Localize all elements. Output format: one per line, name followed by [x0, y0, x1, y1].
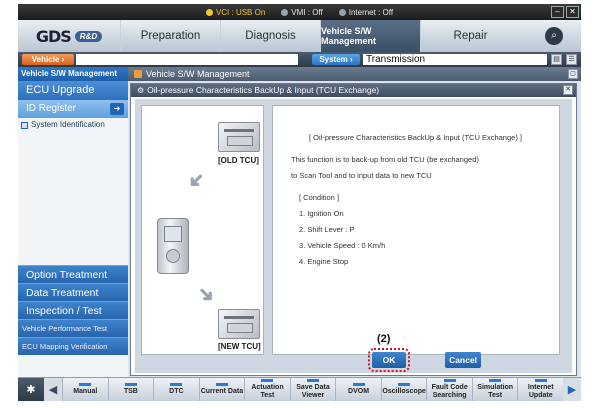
sidebar-item-ecu-upgrade[interactable]: ECU Upgrade — [18, 81, 128, 100]
folder-icon — [134, 70, 142, 78]
logo-text: GDS — [35, 26, 72, 46]
main-header-title: Vehicle S/W Management — [146, 69, 250, 79]
sidebar: Vehicle S/W Management ECU Upgrade ID Re… — [18, 67, 128, 377]
arrow-down-left-icon: ➜ — [182, 166, 210, 194]
system-field: Transmission — [363, 54, 547, 65]
gear-icon: ⚙ — [137, 86, 145, 95]
vci-indicator-icon — [205, 8, 213, 16]
ok-button[interactable]: OK — [368, 348, 410, 372]
vmi-status-text: VMI : Off — [291, 7, 323, 17]
logo-badge: R&D — [74, 30, 103, 42]
vehicle-bar: Vehicle › System › Transmission ▤ ☰ — [18, 52, 581, 67]
internet-status: Internet : Off — [338, 7, 394, 17]
sidebar-item-vehicle-performance-test[interactable]: Vehicle Performance Test — [18, 319, 128, 337]
tab-diagnosis[interactable]: Diagnosis — [220, 20, 320, 52]
sidebar-item-id-register[interactable]: ID Register ➜ — [18, 100, 128, 118]
tools-icon[interactable]: ✱ — [18, 378, 44, 401]
vci-status: VCI : USB On — [205, 7, 266, 17]
dialog-body: [OLD TCU] ➜ ➜ [NEW TCU] [ Oil-pressure C… — [135, 99, 572, 373]
status-bar: VCI : USB On VMI : Off Internet : Off – … — [18, 4, 581, 20]
window-controls: – ✕ — [551, 6, 579, 18]
sidebar-item-inspection-test[interactable]: Inspection / Test — [18, 301, 128, 319]
list-icon[interactable]: ☰ — [566, 54, 577, 65]
vehicle-field — [76, 54, 298, 65]
sidebar-item-label: System Identification — [31, 120, 105, 129]
dialog-title: Oil-pressure Characteristics BackUp & In… — [147, 85, 380, 95]
sidebar-item-system-identification[interactable]: System Identification — [18, 118, 128, 132]
main-panel: Vehicle S/W Management ▢ ⚙ Oil-pressure … — [128, 67, 581, 377]
condition-item: 4. Engine Stop — [299, 257, 349, 266]
close-icon[interactable]: ✕ — [566, 6, 579, 18]
condition-item: 3. Vehicle Speed : 0 Km/h — [299, 241, 386, 250]
condition-item: 1. Ignition On — [299, 209, 344, 218]
toolbar-simulation-test[interactable]: Simulation Test — [471, 378, 518, 401]
system-button-label: System — [319, 55, 348, 64]
scroll-right-icon[interactable]: ▶ — [563, 378, 582, 401]
old-tcu-label: [OLD TCU] — [218, 156, 259, 165]
restore-icon[interactable]: ▢ — [568, 69, 578, 79]
sidebar-empty-area — [18, 132, 128, 265]
tab-repair[interactable]: Repair — [420, 20, 520, 52]
new-tcu-module — [218, 309, 260, 339]
toolbar-tsb[interactable]: TSB — [107, 378, 154, 401]
sidebar-item-option-treatment[interactable]: Option Treatment — [18, 265, 128, 283]
vmi-indicator-icon — [281, 8, 289, 16]
info-panel: [ Oil-pressure Characteristics BackUp & … — [272, 105, 560, 355]
toolbar-dvom[interactable]: DVOM — [335, 378, 381, 401]
new-tcu-image — [218, 309, 260, 339]
arrow-right-icon: ➜ — [110, 103, 124, 115]
tcu-exchange-dialog: ⚙ Oil-pressure Characteristics BackUp & … — [130, 83, 577, 376]
info-title: [ Oil-pressure Characteristics BackUp & … — [309, 133, 522, 142]
print-icon[interactable]: ▤ — [551, 54, 562, 65]
arrow-down-right-icon: ➜ — [192, 281, 220, 309]
sidebar-item-data-treatment[interactable]: Data Treatment — [18, 283, 128, 301]
toolbar-dtc[interactable]: DTC — [153, 378, 199, 401]
toolbar-oscilloscope[interactable]: Oscilloscope — [380, 378, 427, 401]
main-nav: GDS R&D Preparation Diagnosis Vehicle S/… — [18, 20, 581, 52]
close-icon[interactable]: ✕ — [563, 85, 573, 95]
dialog-title-bar: ⚙ Oil-pressure Characteristics BackUp & … — [131, 84, 576, 97]
cancel-button[interactable]: Cancel — [445, 352, 481, 368]
vehicle-button-label: Vehicle — [31, 55, 60, 64]
list-icon — [21, 121, 28, 129]
main-header: Vehicle S/W Management ▢ — [128, 67, 581, 81]
scan-tool-screen — [164, 226, 182, 242]
system-button[interactable]: System › — [312, 54, 360, 65]
callout-label: (2) — [377, 333, 391, 345]
info-line-2: to Scan Tool and to input data to new TC… — [291, 171, 432, 180]
bottom-toolbar: ✱ ◀ Manual TSB DTC Current Data Actuatio… — [18, 377, 582, 401]
tab-preparation[interactable]: Preparation — [120, 20, 220, 52]
old-tcu-image — [218, 122, 260, 152]
vehicle-button[interactable]: Vehicle › — [22, 54, 74, 65]
scroll-left-icon[interactable]: ◀ — [44, 378, 62, 401]
gds-logo: GDS R&D — [18, 20, 120, 52]
minimize-icon[interactable]: – — [551, 6, 564, 18]
internet-status-text: Internet : Off — [348, 7, 394, 17]
tab-vehicle-sw-management[interactable]: Vehicle S/W Management — [320, 20, 420, 52]
search-icon[interactable]: ⌕ — [545, 27, 563, 45]
toolbar-manual[interactable]: Manual — [62, 378, 108, 401]
toolbar-actuation-test[interactable]: Actuation Test — [244, 378, 290, 401]
vmi-status: VMI : Off — [281, 7, 323, 17]
condition-item: 2. Shift Lever : P — [299, 225, 355, 234]
scan-tool-pad — [166, 249, 180, 263]
old-tcu-module — [218, 122, 260, 152]
toolbar-internet-update[interactable]: Internet Update — [517, 378, 563, 401]
toolbar-current-data[interactable]: Current Data — [198, 378, 245, 401]
scan-tool-image — [157, 218, 189, 274]
vci-status-text: VCI : USB On — [215, 7, 266, 17]
toolbar-save-data-viewer[interactable]: Save Data Viewer — [289, 378, 336, 401]
condition-header: [ Condition ] — [299, 193, 340, 202]
new-tcu-label: [NEW TCU] — [218, 342, 261, 351]
sidebar-item-ecu-mapping-verification[interactable]: ECU Mapping Verification — [18, 337, 128, 355]
toolbar-fault-code-searching[interactable]: Fault Code Searching — [426, 378, 472, 401]
info-line-1: This function is to back-up from old TCU… — [291, 155, 479, 164]
internet-indicator-icon — [338, 8, 346, 16]
sidebar-item-label: ID Register — [26, 103, 77, 114]
sidebar-header: Vehicle S/W Management — [18, 67, 128, 81]
tcu-exchange-illustration: [OLD TCU] ➜ ➜ [NEW TCU] — [141, 105, 264, 355]
